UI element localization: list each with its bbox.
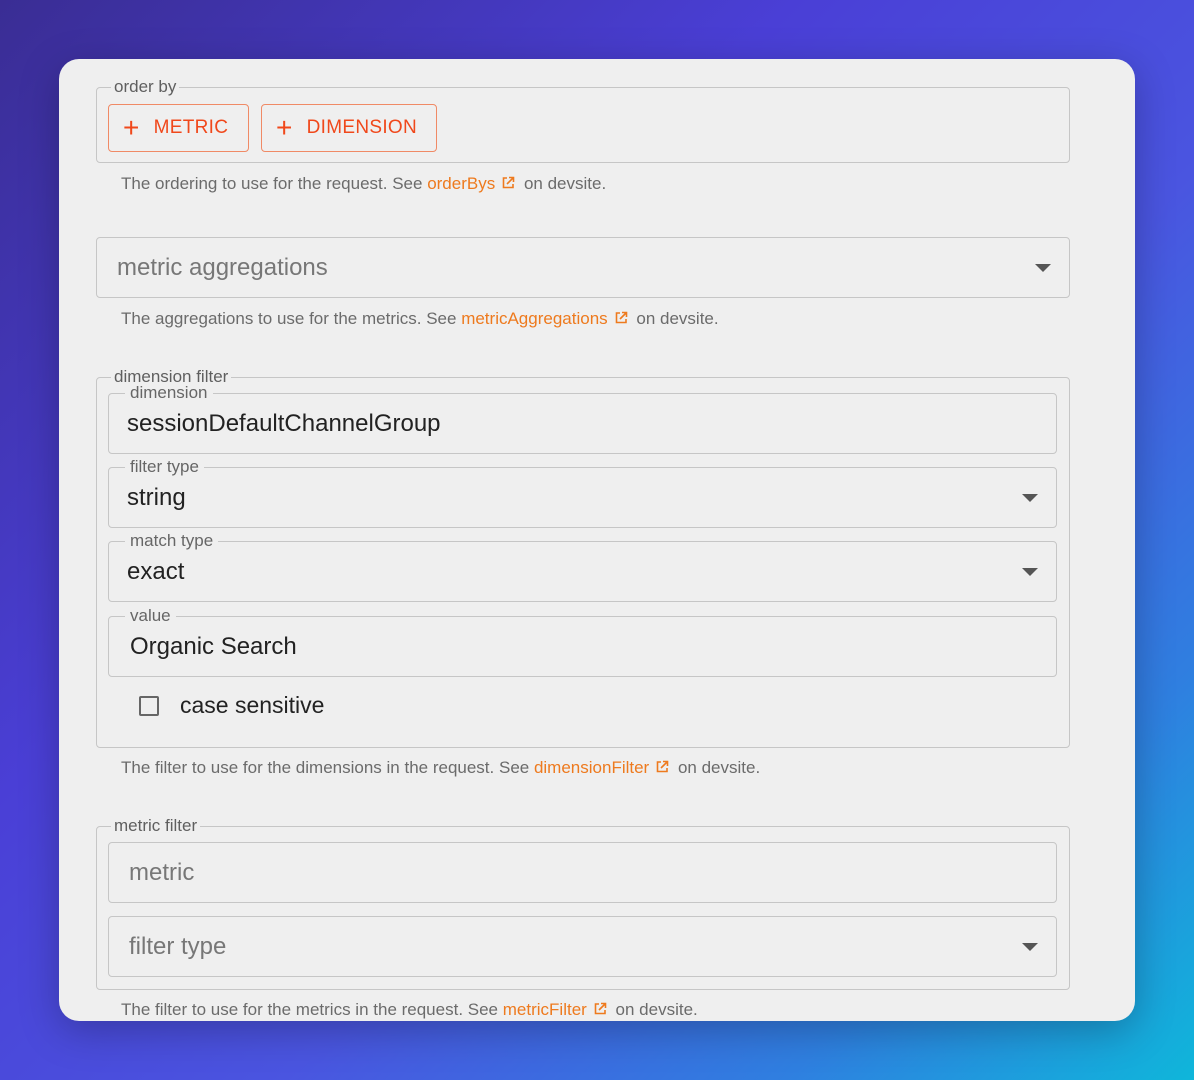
caret-down-icon xyxy=(1035,263,1051,272)
dimension-filter-help: The filter to use for the dimensions in … xyxy=(121,758,761,777)
metric-filter-type-select[interactable]: filter type xyxy=(108,916,1057,977)
filter-value-field[interactable]: value Organic Search xyxy=(108,605,1057,677)
dimension-field[interactable]: dimension sessionDefaultChannelGroup xyxy=(108,382,1057,454)
add-metric-order-label: METRIC xyxy=(153,117,229,138)
filter-type-label: filter type xyxy=(125,456,204,478)
external-link-icon[interactable] xyxy=(614,311,628,325)
dimension-filter-link[interactable]: dimensionFilter xyxy=(534,758,649,777)
plus-icon: + xyxy=(276,112,293,143)
add-dimension-order-button[interactable]: + DIMENSION xyxy=(261,104,437,152)
dimension-field-value: sessionDefaultChannelGroup xyxy=(127,409,441,437)
caret-down-icon xyxy=(1022,942,1038,951)
external-link-icon[interactable] xyxy=(655,760,669,774)
match-type-label: match type xyxy=(125,530,219,552)
checkbox-unchecked-icon[interactable] xyxy=(139,696,159,716)
metric-field-placeholder: metric xyxy=(129,858,195,886)
filter-value-label: value xyxy=(125,605,176,627)
metric-filter-legend: metric filter xyxy=(111,815,201,837)
query-builder-panel: order by + METRIC + DIMENSION The orderi… xyxy=(59,59,1135,1021)
caret-down-icon xyxy=(1022,567,1038,576)
caret-down-icon xyxy=(1022,493,1038,502)
order-by-help: The ordering to use for the request. See… xyxy=(121,174,607,193)
filter-value-text: Organic Search xyxy=(130,632,297,660)
case-sensitive-label[interactable]: case sensitive xyxy=(180,692,324,719)
add-dimension-order-label: DIMENSION xyxy=(306,117,418,138)
filter-type-value: string xyxy=(127,483,186,511)
metric-field[interactable]: metric xyxy=(108,842,1057,903)
external-link-icon[interactable] xyxy=(593,1002,607,1016)
metric-filter-link[interactable]: metricFilter xyxy=(503,1000,587,1019)
order-by-legend: order by xyxy=(111,76,180,98)
match-type-value: exact xyxy=(127,557,185,585)
metric-filter-type-placeholder: filter type xyxy=(129,932,227,960)
add-metric-order-button[interactable]: + METRIC xyxy=(108,104,249,152)
metric-filter-help: The filter to use for the metrics in the… xyxy=(121,1000,698,1019)
plus-icon: + xyxy=(123,112,140,143)
metric-aggregations-placeholder: metric aggregations xyxy=(117,253,328,281)
external-link-icon[interactable] xyxy=(501,176,515,190)
filter-type-select[interactable]: filter type string xyxy=(108,456,1057,528)
metric-aggregations-select[interactable]: metric aggregations xyxy=(96,237,1070,298)
dimension-field-label: dimension xyxy=(125,382,213,404)
match-type-select[interactable]: match type exact xyxy=(108,530,1057,602)
metric-aggregations-help: The aggregations to use for the metrics.… xyxy=(121,309,719,328)
order-bys-link[interactable]: orderBys xyxy=(427,174,495,193)
metric-aggregations-link[interactable]: metricAggregations xyxy=(461,309,607,328)
